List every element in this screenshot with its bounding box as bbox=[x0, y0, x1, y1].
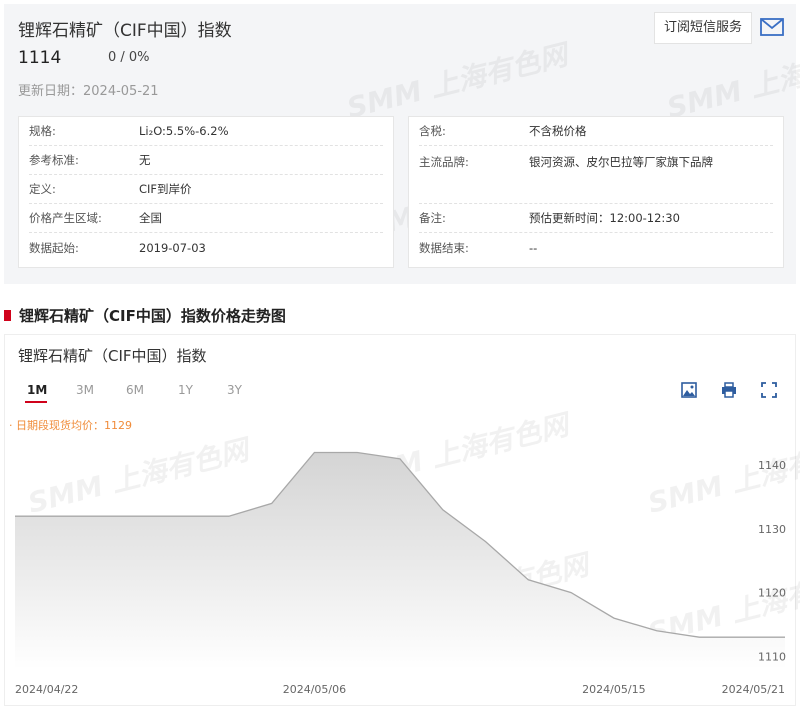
data-point[interactable] bbox=[442, 509, 444, 511]
x-tick-label: 2024/05/21 bbox=[722, 683, 785, 696]
update-date: 更新日期：2024-05-21 bbox=[18, 80, 159, 99]
x-tick-label: 2024/05/06 bbox=[283, 683, 346, 696]
spec-row: 含税: 不含税价格 bbox=[419, 117, 773, 146]
mail-icon[interactable] bbox=[760, 18, 784, 36]
watermark: SMM 上海有色网 bbox=[663, 38, 800, 125]
spec-row: 数据起始: 2019-07-03 bbox=[29, 240, 206, 255]
section-marker bbox=[4, 310, 11, 321]
spec-row: 定义: CIF到岸价 bbox=[29, 175, 383, 204]
data-point[interactable] bbox=[57, 515, 59, 517]
data-point[interactable] bbox=[698, 636, 700, 638]
spec-row: 数据结束: -- bbox=[419, 240, 538, 255]
spec-row: 价格产生区域: 全国 bbox=[29, 204, 383, 233]
subscribe-sms-button[interactable]: 订阅短信服务 bbox=[654, 12, 752, 44]
current-price: 1114 bbox=[18, 48, 62, 68]
data-point[interactable] bbox=[142, 515, 144, 517]
chart-panel: SMM 上海有色网 SMM 上海有色网 SMM 上海有色网 SMM 上海有色网 … bbox=[4, 334, 800, 706]
data-point[interactable] bbox=[185, 515, 187, 517]
data-point[interactable] bbox=[99, 515, 101, 517]
data-point[interactable] bbox=[613, 617, 615, 619]
y-tick-label: 1110 bbox=[758, 650, 786, 663]
data-point[interactable] bbox=[14, 515, 16, 517]
spec-row: 主流品牌: 银河资源、皮尔巴拉等厂家旗下品牌 bbox=[419, 146, 773, 204]
spec-row: 备注: 预估更新时间：12:00-12:30 bbox=[419, 204, 773, 233]
section-title: 锂辉石精矿（CIF中国）指数价格走势图 bbox=[4, 305, 286, 326]
spec-table-left: 规格: Li₂O:5.5%-6.2% 参考标准: 无 定义: CIF到岸价 价格产生区… bbox=[18, 116, 394, 268]
spec-row: 规格: Li₂O:5.5%-6.2% bbox=[29, 117, 383, 146]
data-point[interactable] bbox=[784, 636, 786, 638]
y-tick-label: 1130 bbox=[758, 523, 786, 536]
x-tick-label: 2024/05/15 bbox=[582, 683, 645, 696]
data-point[interactable] bbox=[228, 515, 230, 517]
watermark: SMM 上海有色网 bbox=[343, 38, 571, 125]
update-value: 2024-05-21 bbox=[83, 84, 159, 99]
product-title: 锂辉石精矿（CIF中国）指数 bbox=[18, 21, 232, 41]
price-change: 0 / 0% bbox=[108, 50, 150, 65]
data-point[interactable] bbox=[356, 451, 358, 453]
spec-row: 参考标准: 无 bbox=[29, 146, 383, 175]
data-point[interactable] bbox=[741, 636, 743, 638]
data-point[interactable] bbox=[655, 630, 657, 632]
data-point[interactable] bbox=[313, 451, 315, 453]
y-tick-label: 1120 bbox=[758, 587, 786, 600]
data-point[interactable] bbox=[570, 591, 572, 593]
data-point[interactable] bbox=[399, 458, 401, 460]
data-point[interactable] bbox=[270, 502, 272, 504]
spec-table-right: 含税: 不含税价格 主流品牌: 银河资源、皮尔巴拉等厂家旗下品牌 备注: 预估更新时间… bbox=[408, 116, 784, 268]
y-tick-label: 1140 bbox=[758, 459, 786, 472]
x-tick-label: 2024/04/22 bbox=[15, 683, 78, 696]
data-point[interactable] bbox=[527, 579, 529, 581]
price-trend-chart: 1110 1120 1130 1140 2024/04/22 2024/05/06 2024… bbox=[14, 451, 786, 696]
price-area-fill bbox=[15, 452, 785, 669]
data-point[interactable] bbox=[484, 540, 486, 542]
update-label: 更新日期： bbox=[18, 84, 84, 99]
info-panel: SMM 上海有色网 SMM 上海有色网 SMM 上海有色网 SMM 上海有色网 … bbox=[4, 4, 800, 284]
